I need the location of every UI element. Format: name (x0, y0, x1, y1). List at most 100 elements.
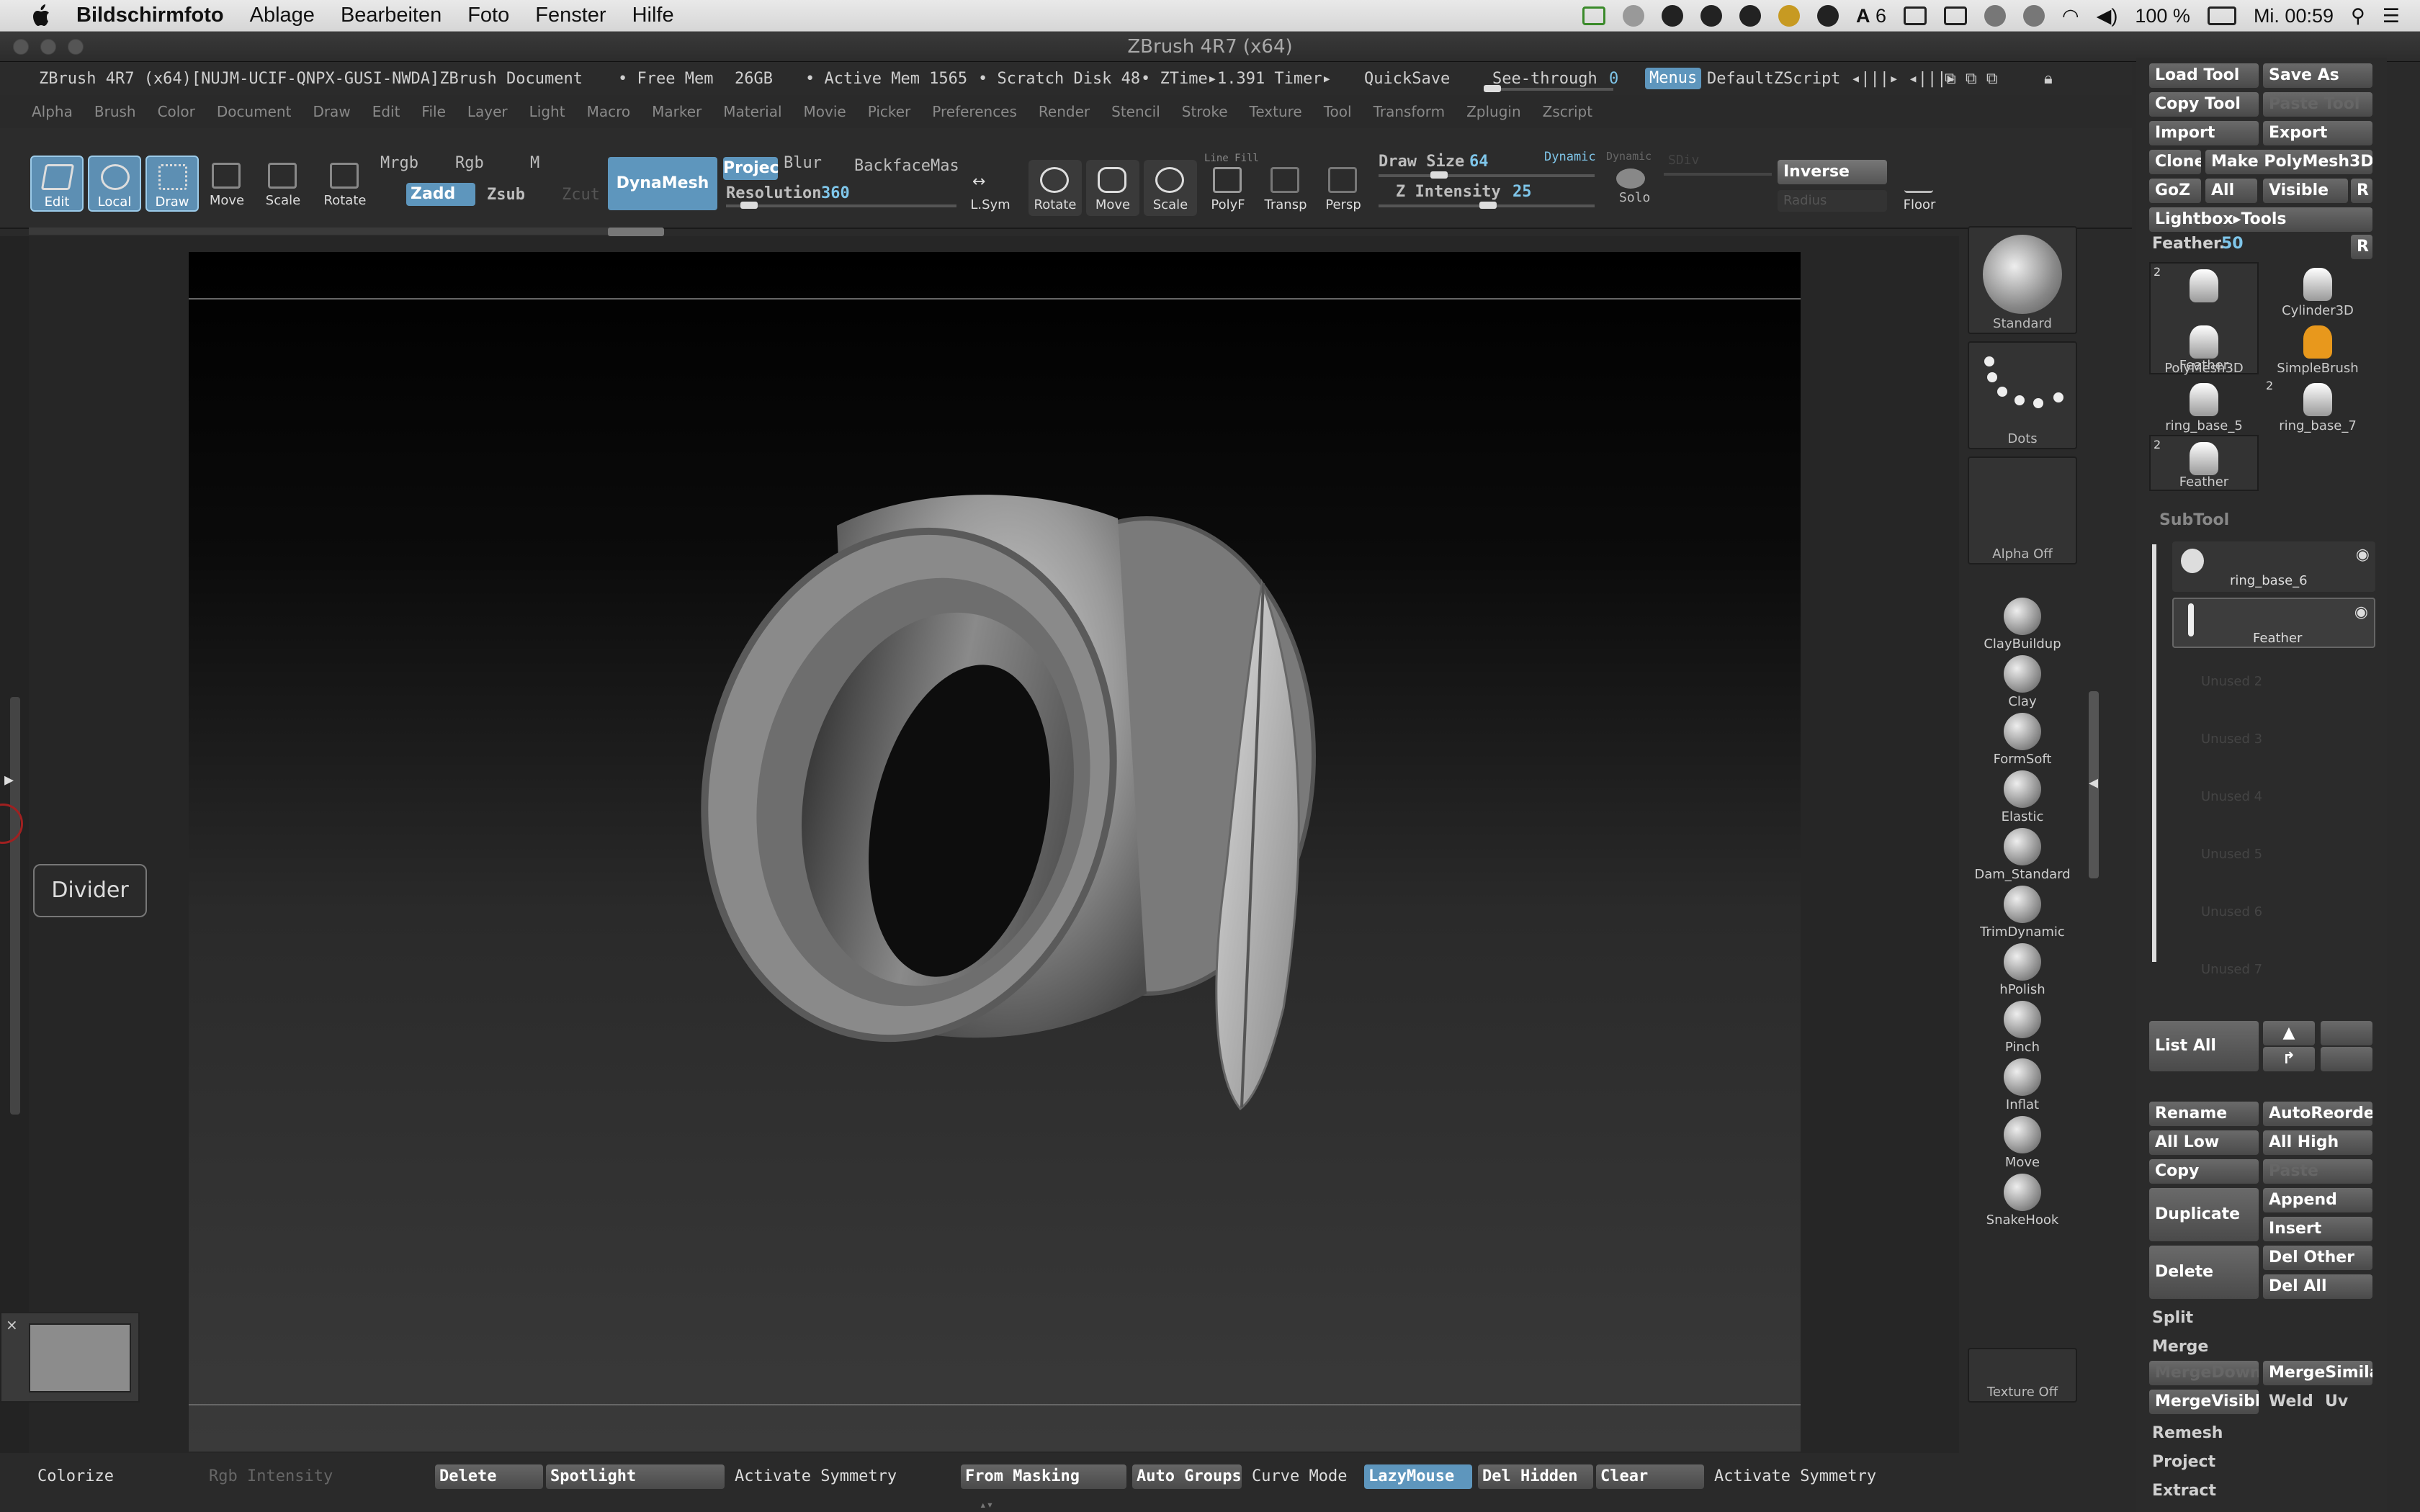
zmenu-movie[interactable]: Movie (804, 103, 846, 120)
timemachine-icon[interactable] (2023, 5, 2045, 27)
drive-icon[interactable] (1662, 5, 1683, 27)
document-canvas[interactable] (189, 252, 1801, 1452)
zmenu-color[interactable]: Color (158, 103, 195, 120)
feather-slider-label[interactable]: Feather. (2152, 235, 2225, 253)
subtool-slot-empty[interactable]: Unused 6 (2172, 887, 2375, 937)
zmenu-stencil[interactable]: Stencil (1111, 103, 1160, 120)
insert-button[interactable]: Insert (2263, 1217, 2372, 1241)
zmenu-macro[interactable]: Macro (587, 103, 631, 120)
close-thumbnail-icon[interactable]: × (6, 1316, 18, 1333)
menus-toggle[interactable]: Menus (1645, 68, 1702, 89)
navigator-thumbnail[interactable]: × (0, 1312, 140, 1403)
make-polymesh-button[interactable]: Make PolyMesh3D (2205, 150, 2372, 174)
append-button[interactable]: Append (2263, 1188, 2372, 1212)
apple-icon[interactable] (27, 1, 56, 30)
cloud-icon[interactable] (1817, 5, 1839, 27)
zmenu-alpha[interactable]: Alpha (32, 103, 73, 120)
split-section[interactable]: Split (2152, 1309, 2193, 1327)
zmenu-edit[interactable]: Edit (372, 103, 400, 120)
del-other-button[interactable]: Del Other (2263, 1246, 2372, 1270)
tool-thumb-polymesh3d[interactable]: PolyMesh3D (2149, 320, 2259, 376)
lightbox-tools-button[interactable]: Lightbox▸Tools (2149, 207, 2372, 232)
shelf-scroll-thumb[interactable] (608, 228, 664, 236)
bottom-tray-toggle-icon[interactable]: ▴▾ (980, 1498, 993, 1511)
from-masking-button[interactable]: From Masking (961, 1464, 1126, 1489)
local-button[interactable]: Local (88, 156, 141, 212)
del-all-button[interactable]: Del All (2263, 1274, 2372, 1299)
copy-tool-button[interactable]: Copy Tool (2149, 92, 2259, 117)
move-up-icon[interactable]: ▲ (2263, 1021, 2315, 1045)
menu-hilfe[interactable]: Hilfe (632, 4, 674, 27)
rename-button[interactable]: Rename (2149, 1102, 2259, 1126)
eye-icon[interactable]: ◉ (2356, 546, 2370, 564)
connect-icon[interactable] (1984, 5, 2007, 27)
goz-visible-button[interactable]: Visible (2263, 179, 2348, 203)
project-toggle[interactable]: Projec (723, 157, 779, 180)
draw-size-slider[interactable] (1379, 171, 1595, 179)
zmenu-brush[interactable]: Brush (94, 103, 136, 120)
zadd-button[interactable]: Zadd (406, 183, 475, 206)
zmenu-draw[interactable]: Draw (313, 103, 350, 120)
brush-move[interactable]: Move (1963, 1116, 2081, 1172)
tool-thumb-ring-base-5[interactable]: ring_base_5 (2149, 377, 2259, 433)
resolution-slider[interactable] (726, 202, 956, 209)
extract-section[interactable]: Extract (2152, 1482, 2216, 1500)
lsym-button[interactable]: ↔ L.Sym (964, 160, 1017, 216)
move-top-icon[interactable] (2321, 1021, 2372, 1045)
radius-button[interactable]: Radius (1778, 190, 1887, 212)
zmenu-light[interactable]: Light (529, 103, 565, 120)
zmenu-render[interactable]: Render (1039, 103, 1090, 120)
project-section[interactable]: Project (2152, 1453, 2215, 1471)
zmenu-zplugin[interactable]: Zplugin (1466, 103, 1521, 120)
airplay-icon[interactable] (1944, 6, 1968, 25)
spotlight-button[interactable]: Spotlight (546, 1464, 725, 1489)
spotlight-icon[interactable]: ⚲ (2351, 5, 2365, 27)
goz-r-button[interactable]: R (2351, 179, 2372, 203)
zmenu-material[interactable]: Material (723, 103, 781, 120)
polyf-button[interactable]: PolyF (1201, 160, 1255, 216)
zmenu-transform[interactable]: Transform (1373, 103, 1445, 120)
brush-slot-standard[interactable]: Standard (1968, 226, 2077, 334)
move-button[interactable]: Move (200, 156, 254, 212)
mergesimilar-button[interactable]: MergeSimilar (2263, 1361, 2372, 1385)
eye-icon[interactable]: ◉ (2354, 603, 2368, 621)
backface-mask-button[interactable]: BackfaceMas (854, 157, 959, 175)
draw-button[interactable]: Draw (145, 156, 199, 212)
blur-label[interactable]: Blur (784, 154, 822, 172)
volume-icon[interactable]: ◀) (2097, 5, 2118, 27)
lock-icon[interactable]: 🔒︎ (2044, 70, 2053, 88)
quicksave-button[interactable]: QuickSave (1364, 70, 1450, 88)
brush-dam-standard[interactable]: Dam_Standard (1963, 828, 2081, 884)
window-layout-icons[interactable]: ⧉ ⧉ ⧉ (1945, 70, 1998, 88)
default-zscript[interactable]: DefaultZScript (1707, 70, 1840, 88)
rotate-button[interactable]: Rotate (318, 156, 372, 212)
inverse-button[interactable]: Inverse (1778, 160, 1887, 184)
tool-thumb-ring-base-7[interactable]: 2 ring_base_7 (2263, 377, 2372, 433)
paste-tool-button[interactable]: Paste Tool (2263, 92, 2372, 117)
remesh-section[interactable]: Remesh (2152, 1424, 2223, 1442)
dynamesh-button[interactable]: DynaMesh (608, 157, 717, 210)
rgb-button[interactable]: Rgb (455, 154, 484, 172)
sdiv-slider[interactable] (1664, 173, 1772, 176)
brush-snakehook[interactable]: SnakeHook (1963, 1174, 2081, 1230)
menu-foto[interactable]: Foto (467, 4, 509, 27)
ring-model-render[interactable] (189, 252, 1801, 1452)
brush-trimdynamic[interactable]: TrimDynamic (1963, 886, 2081, 942)
zmenu-tool[interactable]: Tool (1324, 103, 1352, 120)
resolution-label[interactable]: Resolution (726, 184, 821, 202)
copy-subtool-button[interactable]: Copy (2149, 1159, 2259, 1184)
seethrough-label[interactable]: See-through (1492, 70, 1597, 88)
menu-bearbeiten[interactable]: Bearbeiten (341, 4, 442, 27)
auto-groups-button[interactable]: Auto Groups (1132, 1464, 1242, 1489)
z-intensity-label[interactable]: Z Intensity (1396, 183, 1501, 201)
zmenu-file[interactable]: File (421, 103, 445, 120)
load-tool-button[interactable]: Load Tool (2149, 63, 2259, 88)
edit-button[interactable]: Edit (30, 156, 84, 212)
z-intensity-slider[interactable] (1379, 202, 1595, 209)
goz-all-button[interactable]: All (2205, 179, 2257, 203)
zmenu-picker[interactable]: Picker (868, 103, 911, 120)
paste-subtool-button[interactable]: Paste (2263, 1159, 2372, 1184)
left-tray-scrollbar[interactable] (10, 697, 20, 1115)
zsub-button[interactable]: Zsub (487, 186, 525, 204)
subtool-slot-empty[interactable]: Unused 2 (2172, 657, 2375, 707)
